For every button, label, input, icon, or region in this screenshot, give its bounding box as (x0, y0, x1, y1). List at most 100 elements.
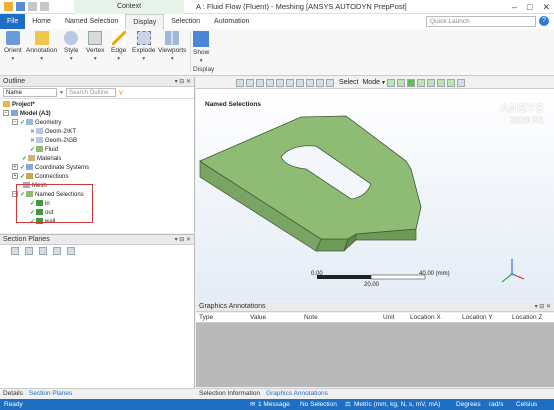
body-icon (36, 137, 44, 144)
tree-item-geom-gb[interactable]: ✕ Geom-2\GB (30, 137, 77, 145)
zoom-fit-icon[interactable] (236, 78, 244, 87)
collapse-icon[interactable]: − (12, 119, 18, 126)
tree-item-connections[interactable]: + ✓ Connections (12, 173, 68, 181)
status-messages[interactable]: 1 Message (258, 399, 290, 410)
tab-display[interactable]: Display (125, 14, 165, 29)
expand-icon[interactable]: + (12, 173, 18, 180)
iso-view-icon[interactable] (326, 78, 334, 87)
tab-home[interactable]: Home (25, 14, 58, 29)
orient-button[interactable]: Orient ▼ (4, 31, 22, 62)
mode-dropdown[interactable]: Mode (362, 79, 380, 86)
select-edge-icon[interactable] (396, 78, 405, 87)
panel-pin-close-icon[interactable]: ▾ ⊟ ✕ (175, 235, 191, 245)
ribbon-separator (190, 32, 191, 72)
previous-view-icon[interactable] (306, 78, 314, 87)
delete-plane-icon[interactable] (39, 247, 47, 255)
annotation-button[interactable]: Annotation ▼ (26, 31, 57, 62)
context-tab-label: Context (74, 0, 184, 14)
tab-selection[interactable]: Selection (164, 14, 207, 29)
show-button[interactable]: Show ▼ (193, 31, 209, 64)
style-button[interactable]: Style ▼ (64, 31, 78, 62)
help-icon[interactable]: ? (539, 16, 549, 26)
tab-automation[interactable]: Automation (207, 14, 256, 29)
zoom-icon[interactable] (266, 78, 274, 87)
tree-item-coordinate-systems[interactable]: + ✓ Coordinate Systems (12, 164, 89, 172)
units-icon[interactable]: ⚖ (345, 399, 351, 410)
magnifier-icon[interactable] (296, 78, 304, 87)
show-icon (193, 31, 210, 47)
tree-item-geom-kt[interactable]: ✕ Geom-2\KT (30, 128, 76, 136)
chevron-down-icon: ▼ (198, 58, 204, 64)
panel-pin-close-icon[interactable]: ▾ ⊟ ✕ (175, 77, 191, 87)
scale-max: 40.00 (mm) (419, 271, 450, 277)
viewports-button[interactable]: Viewports ▼ (158, 31, 186, 62)
status-units[interactable]: Metric (mm, kg, N, s, mV, mA) (354, 399, 440, 410)
column-header[interactable]: Unit (383, 313, 395, 323)
tab-section-planes[interactable]: Section Planes (26, 389, 75, 399)
graphics-annotations-header: Graphics Annotations ▾ ⊟ ✕ (196, 302, 554, 312)
undo-icon[interactable] (28, 2, 37, 11)
next-view-icon[interactable] (316, 78, 324, 87)
chevron-down-icon: ▼ (169, 56, 175, 62)
chevron-down-icon[interactable]: ▼ (59, 90, 64, 96)
select-node-icon[interactable] (426, 78, 435, 87)
tree-item-fluid[interactable]: ✓ Fluid (30, 146, 58, 154)
extend-selection-icon[interactable] (456, 78, 465, 87)
column-header[interactable]: Location Z (512, 313, 542, 323)
vertex-button[interactable]: Vertex ▼ (86, 31, 104, 62)
tree-item-project[interactable]: Project* (3, 101, 35, 109)
column-header[interactable]: Note (304, 313, 318, 323)
model-geometry[interactable] (196, 89, 554, 301)
show-plane-icon[interactable] (25, 247, 33, 255)
edit-plane-icon[interactable] (53, 247, 61, 255)
column-header[interactable]: Value (250, 313, 266, 323)
rotate-icon[interactable] (246, 78, 254, 87)
column-header[interactable]: Location X (410, 313, 441, 323)
select-label[interactable]: Select (339, 79, 358, 86)
zoom-to-fit-icon[interactable] (286, 78, 294, 87)
quick-launch-input[interactable]: Quick Launch (426, 16, 536, 27)
explode-button[interactable]: Explode ▼ (132, 31, 156, 62)
messages-icon[interactable]: ✉ (250, 399, 255, 410)
select-mesh-icon[interactable] (446, 78, 455, 87)
tab-details[interactable]: Details (0, 389, 26, 399)
graphics-viewport[interactable]: Named Selections ANSYS 2020 R1 0.00 40.0… (196, 89, 554, 301)
chevron-down-icon[interactable]: ▼ (381, 80, 386, 86)
tab-graphics-annotations[interactable]: Graphics Annotations (263, 389, 331, 399)
tab-file[interactable]: File (0, 14, 26, 29)
edge-button[interactable]: Edge ▼ (111, 31, 126, 62)
redo-icon[interactable] (40, 2, 49, 11)
filter-icon[interactable]: ⋎ (118, 88, 124, 97)
column-header[interactable]: Type (199, 313, 213, 323)
suppressed-x-icon: ✕ (30, 129, 36, 135)
tab-named-selection[interactable]: Named Selection (58, 14, 125, 29)
explode-label: Explode (132, 47, 156, 54)
section-planes-toolbar (0, 245, 194, 257)
save-icon[interactable] (16, 2, 25, 11)
outline-search-input[interactable]: Search Outline (65, 88, 116, 97)
panel-pin-close-icon[interactable]: ▾ ⊟ ✕ (535, 302, 551, 312)
section-planes-title: Section Planes (3, 236, 50, 243)
select-vertex-icon[interactable] (386, 78, 395, 87)
select-face-icon[interactable] (406, 78, 415, 87)
select-body-icon[interactable] (416, 78, 425, 87)
minimize-icon[interactable]: – (512, 2, 517, 12)
collapse-icon[interactable]: − (3, 110, 9, 117)
tree-item-model[interactable]: − Model (A3) (3, 110, 51, 118)
cap-plane-icon[interactable] (67, 247, 75, 255)
scale-min: 0.00 (311, 271, 323, 277)
graphics-toolbar: Select Mode ▼ (196, 77, 554, 89)
name-filter-select[interactable]: Name (3, 88, 57, 97)
tree-item-materials[interactable]: ✓ Materials (22, 155, 61, 163)
new-section-plane-icon[interactable] (11, 247, 19, 255)
expand-icon[interactable]: + (12, 164, 18, 171)
tab-selection-information[interactable]: Selection Information (196, 389, 263, 399)
close-icon[interactable]: ✕ (542, 2, 550, 13)
tree-item-geometry[interactable]: − ✓ Geometry (12, 119, 61, 127)
maximize-icon[interactable]: □ (527, 2, 532, 12)
pan-icon[interactable] (256, 78, 264, 87)
select-element-icon[interactable] (436, 78, 445, 87)
box-zoom-icon[interactable] (276, 78, 284, 87)
edge-icon (111, 31, 126, 45)
column-header[interactable]: Location Y (462, 313, 493, 323)
